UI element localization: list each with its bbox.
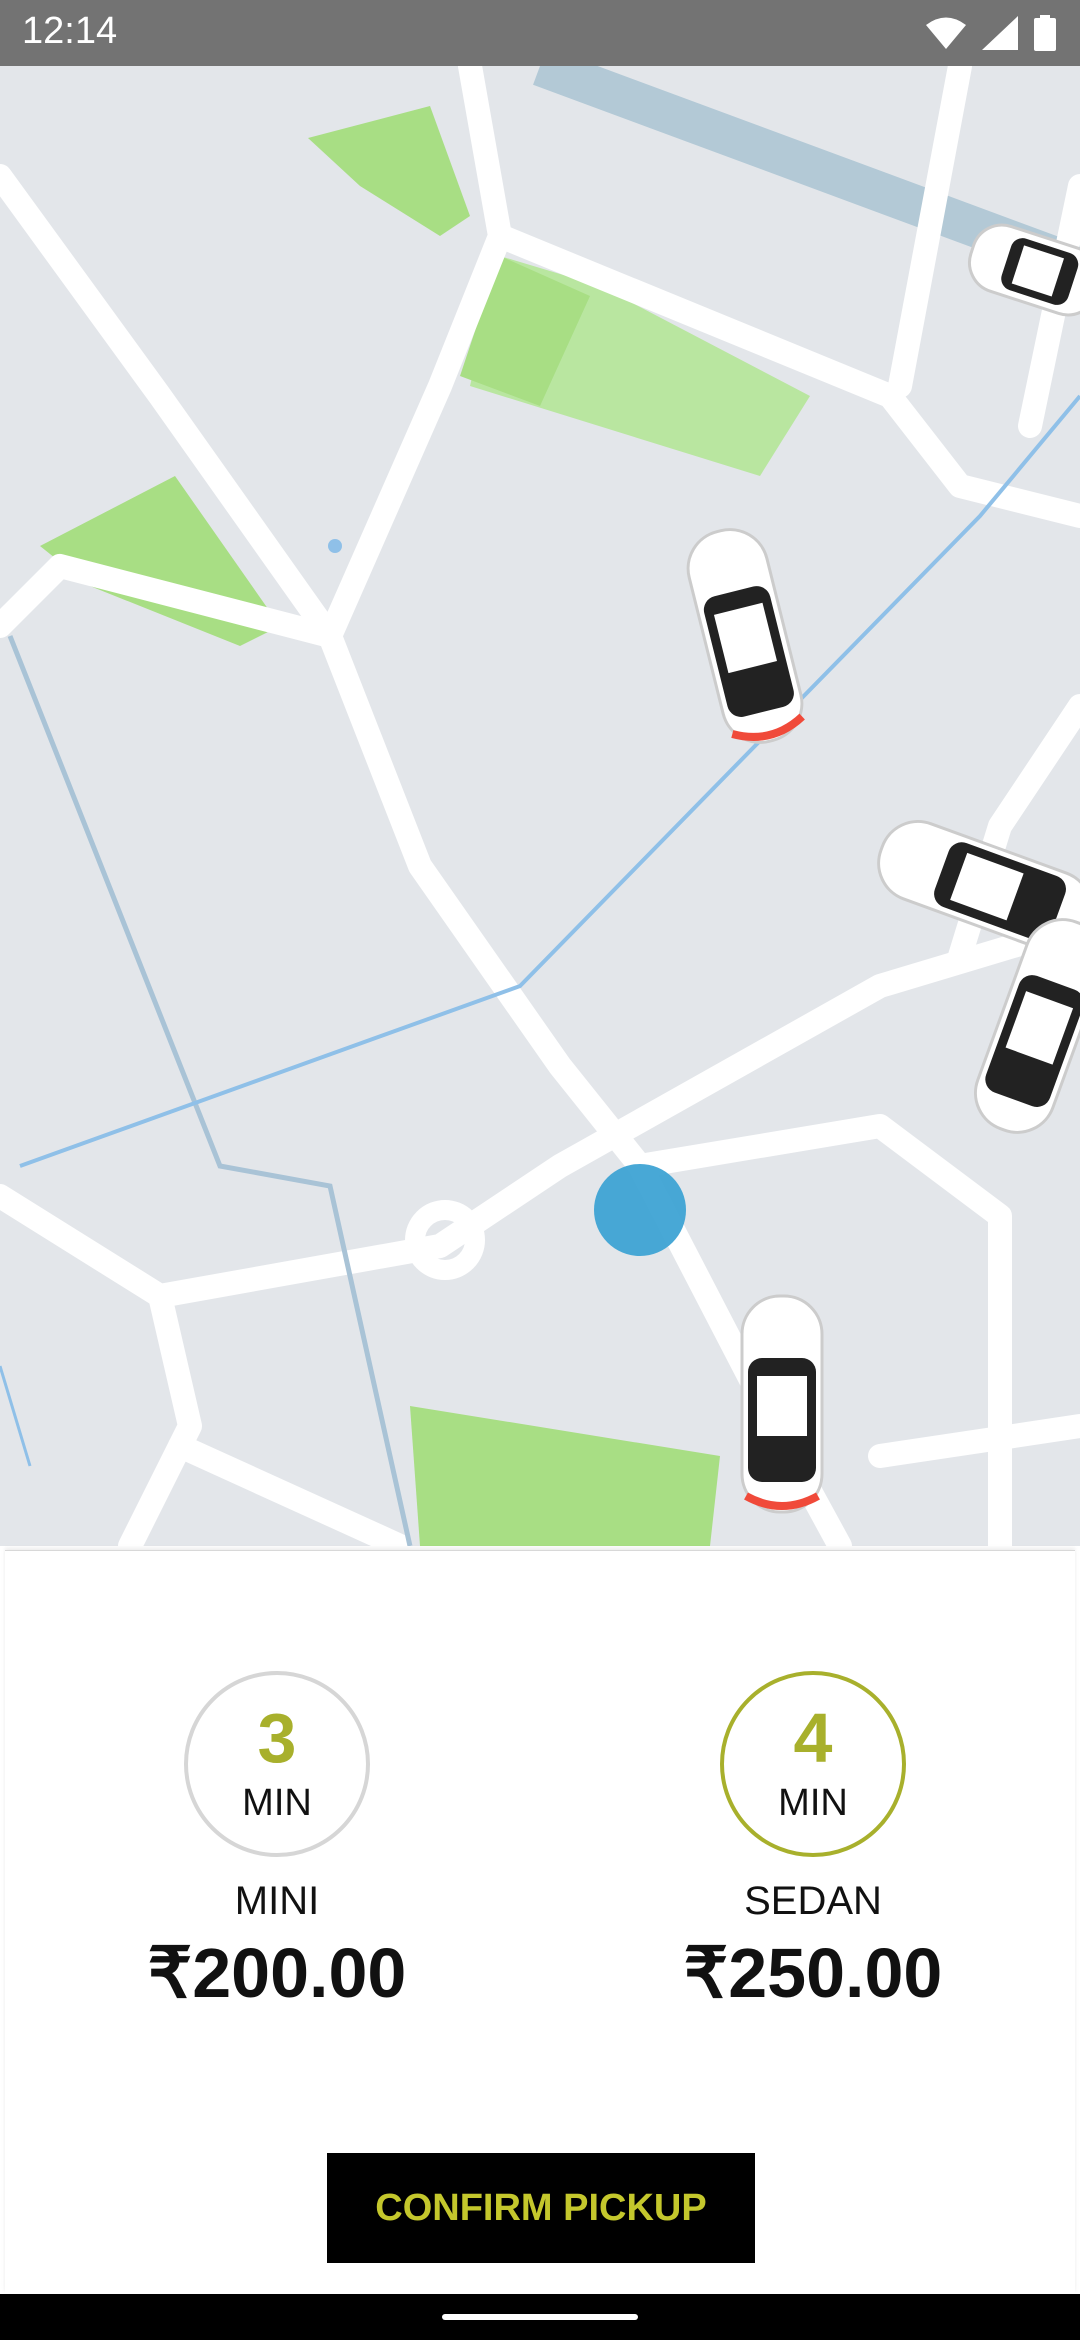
wifi-icon (926, 17, 966, 49)
signal-icon (982, 16, 1018, 50)
battery-icon (1034, 15, 1056, 51)
status-icons (926, 14, 1056, 52)
eta-circle: 3 MIN (184, 1671, 370, 1857)
map-view[interactable] (0, 66, 1080, 1546)
ride-name: SEDAN (744, 1879, 882, 1923)
ride-name: MINI (234, 1879, 320, 1923)
car-marker (686, 528, 805, 744)
eta-value: 3 (257, 1699, 297, 1777)
ride-selection-sheet: 3 MIN MINI ₹200.00 4 MIN SEDAN ₹250.00 C… (5, 1550, 1075, 2293)
navigation-bar (0, 2294, 1080, 2340)
ride-price: ₹250.00 (683, 1934, 943, 2012)
eta-unit: MIN (242, 1782, 312, 1824)
ride-option-mini[interactable]: 3 MIN MINI ₹200.00 (77, 1671, 477, 2014)
confirm-pickup-button[interactable]: CONFIRM PICKUP (327, 2153, 755, 2263)
status-bar: 12:14 (0, 0, 1080, 66)
eta-value: 4 (793, 1699, 833, 1777)
eta-circle-selected: 4 MIN (720, 1671, 906, 1857)
status-time: 12:14 (22, 10, 118, 52)
car-marker (740, 1294, 824, 1514)
current-location-dot (594, 1164, 686, 1256)
park-area (308, 106, 470, 236)
park-area (410, 1406, 720, 1546)
ride-price: ₹200.00 (147, 1934, 407, 2012)
home-gesture-handle[interactable] (442, 2314, 638, 2320)
ride-option-sedan[interactable]: 4 MIN SEDAN ₹250.00 (613, 1671, 1013, 2014)
eta-unit: MIN (778, 1782, 848, 1824)
